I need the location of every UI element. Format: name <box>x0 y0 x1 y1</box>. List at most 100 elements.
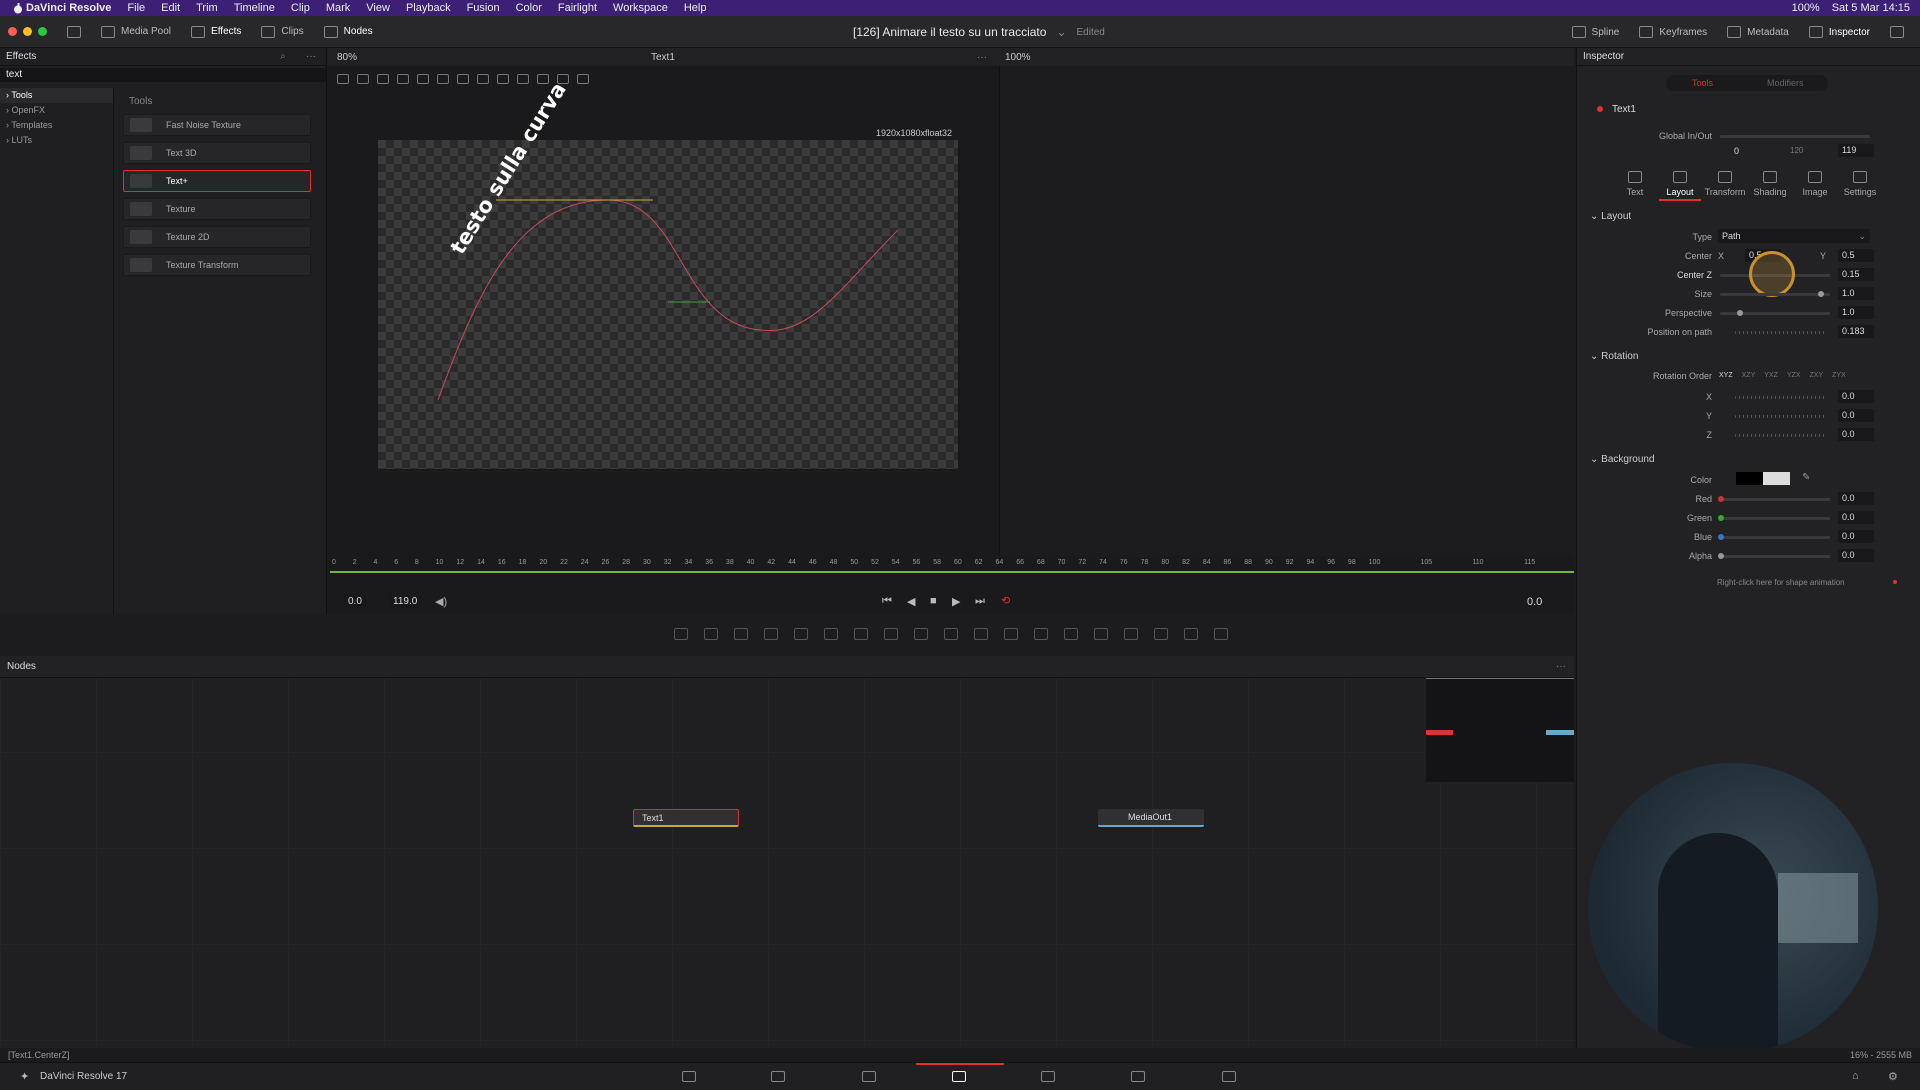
menu-fusion[interactable]: Fusion <box>467 2 500 14</box>
current-frame-field[interactable]: 0.0 <box>1527 596 1542 608</box>
subtab-text[interactable]: Text <box>1614 171 1656 197</box>
tab-tools[interactable]: Tools <box>1692 78 1713 88</box>
node-text1[interactable]: Text1 <box>633 809 739 827</box>
menu-color[interactable]: Color <box>516 2 542 14</box>
rot-x-field[interactable]: 0.0 <box>1838 390 1874 403</box>
menu-view[interactable]: View <box>366 2 390 14</box>
camera3d-tool-icon[interactable] <box>1183 628 1198 640</box>
edit-page-icon[interactable] <box>862 1071 876 1082</box>
color-corrector-icon[interactable] <box>853 628 868 640</box>
more-options-icon[interactable]: ··· <box>977 52 987 63</box>
bg-color-swatch[interactable] <box>1736 472 1790 485</box>
red-slider[interactable] <box>1720 498 1830 501</box>
brush-tool-icon[interactable] <box>763 628 778 640</box>
menu-clip[interactable]: Clip <box>291 2 310 14</box>
effects-button[interactable]: Effects <box>181 16 251 48</box>
chevron-down-icon[interactable]: ⌄ <box>1056 25 1066 39</box>
metadata-button[interactable]: Metadata <box>1717 16 1799 48</box>
modify-tool-icon[interactable] <box>477 74 489 84</box>
emitter-tool-icon[interactable] <box>1063 628 1078 640</box>
subtab-image[interactable]: Image <box>1794 171 1836 197</box>
tool-text-plus[interactable]: Text+ <box>123 170 311 192</box>
nodes-minimap[interactable] <box>1426 678 1574 782</box>
end-frame-field[interactable]: 119.0 <box>389 595 422 608</box>
global-out[interactable]: 119 <box>1838 144 1874 157</box>
settings-gear-icon[interactable]: ⚙ <box>1888 1070 1898 1083</box>
rot-z-slider[interactable] <box>1735 434 1825 437</box>
fairlight-page-icon[interactable] <box>1131 1071 1145 1082</box>
center-y-field[interactable]: 0.5 <box>1838 249 1874 262</box>
tree-item-tools[interactable]: › Tools <box>0 88 113 103</box>
node-mediaout1[interactable]: MediaOut1 <box>1098 809 1204 827</box>
cut-page-icon[interactable] <box>771 1071 785 1082</box>
renderer3d-tool-icon[interactable] <box>1213 628 1228 640</box>
project-title[interactable]: [126] Animare il testo su un tracciato <box>853 25 1046 39</box>
green-handle[interactable] <box>1718 515 1724 521</box>
search-icon[interactable]: ⌕ <box>280 51 286 62</box>
merge3d-tool-icon[interactable] <box>1153 628 1168 640</box>
order-xzy[interactable]: XZY <box>1742 372 1756 379</box>
size-slider[interactable] <box>1720 293 1830 296</box>
more-options-icon[interactable]: ··· <box>1556 661 1566 672</box>
keyframes-button[interactable]: Keyframes <box>1629 16 1717 48</box>
rot-y-slider[interactable] <box>1735 415 1825 418</box>
text3d-tool-icon[interactable] <box>1123 628 1138 640</box>
nodes-panel[interactable]: Nodes ··· Text1 MediaOut1 <box>0 656 1574 1048</box>
red-field[interactable]: 0.0 <box>1838 492 1874 505</box>
menu-help[interactable]: Help <box>684 2 707 14</box>
start-frame-field[interactable]: 0.0 <box>344 595 366 608</box>
perspective-field[interactable]: 1.0 <box>1838 306 1874 319</box>
reduce-points-icon[interactable] <box>517 74 529 84</box>
tool-texture-transform[interactable]: Texture Transform <box>123 254 311 276</box>
polyline-tool-icon[interactable] <box>357 74 369 84</box>
layout-section-header[interactable]: ⌄ Layout <box>1590 211 1631 222</box>
home-icon[interactable]: ⌂ <box>1852 1070 1859 1082</box>
paint-tool-icon[interactable] <box>703 628 718 640</box>
play-reverse-icon[interactable]: ◀ <box>907 595 915 608</box>
minimize-window-button[interactable] <box>23 27 32 36</box>
alpha-slider[interactable] <box>1720 555 1830 558</box>
menu-edit[interactable]: Edit <box>161 2 180 14</box>
zoom-dropdown[interactable]: 80% <box>337 52 357 63</box>
nodes-button[interactable]: Nodes <box>314 16 383 48</box>
rot-x-slider[interactable] <box>1735 396 1825 399</box>
red-handle[interactable] <box>1718 496 1724 502</box>
particles-tool-icon[interactable] <box>793 628 808 640</box>
menu-trim[interactable]: Trim <box>196 2 218 14</box>
ellipse-mask-icon[interactable] <box>973 628 988 640</box>
timeline-ruler[interactable]: 0 2 4 6 8 10 12 14 16 18 20 22 24 26 28 30 32 34 36 38 40 42 4… <box>330 557 1574 573</box>
blue-field[interactable]: 0.0 <box>1838 530 1874 543</box>
bspline-mask-icon[interactable] <box>1033 628 1048 640</box>
tool-texture[interactable]: Texture <box>123 198 311 220</box>
tool-fast-noise-texture[interactable]: Fast Noise Texture <box>123 114 311 136</box>
shape3d-tool-icon[interactable] <box>1093 628 1108 640</box>
viewer-canvas[interactable]: testo sulla curva <box>378 78 958 469</box>
polygon-mask-icon[interactable] <box>1003 628 1018 640</box>
order-xyz[interactable]: XYZ <box>1719 372 1733 379</box>
green-field[interactable]: 0.0 <box>1838 511 1874 524</box>
order-zyx[interactable]: ZYX <box>1832 372 1846 379</box>
close-window-button[interactable] <box>8 27 17 36</box>
apple-logo-icon[interactable] <box>13 3 23 14</box>
tree-item-luts[interactable]: › LUTs <box>0 133 113 148</box>
subtab-layout[interactable]: Layout <box>1659 171 1701 201</box>
inspector-button[interactable]: Inspector <box>1799 16 1880 48</box>
close-path-icon[interactable] <box>497 74 509 84</box>
zoom-right-dropdown[interactable]: 100% <box>1005 52 1031 63</box>
shape-animation-hint[interactable]: Right-click here for shape animation <box>1717 578 1845 587</box>
point-tool-icon[interactable] <box>397 74 409 84</box>
menu-file[interactable]: File <box>127 2 145 14</box>
panel-toggle-button[interactable] <box>57 16 91 48</box>
menu-timeline[interactable]: Timeline <box>234 2 275 14</box>
order-yxz[interactable]: YXZ <box>1764 372 1778 379</box>
order-zxy[interactable]: ZXY <box>1810 372 1824 379</box>
stop-icon[interactable]: ■ <box>930 595 937 607</box>
tree-item-templates[interactable]: › Templates <box>0 118 113 133</box>
position-on-path-slider[interactable] <box>1735 331 1825 334</box>
select-tool-icon[interactable] <box>337 74 349 84</box>
green-slider[interactable] <box>1720 517 1830 520</box>
zoom-window-button[interactable] <box>38 27 47 36</box>
tab-modifiers[interactable]: Modifiers <box>1767 78 1804 88</box>
background-tool-icon[interactable] <box>673 628 688 640</box>
centerz-field[interactable]: 0.15 <box>1838 268 1874 281</box>
